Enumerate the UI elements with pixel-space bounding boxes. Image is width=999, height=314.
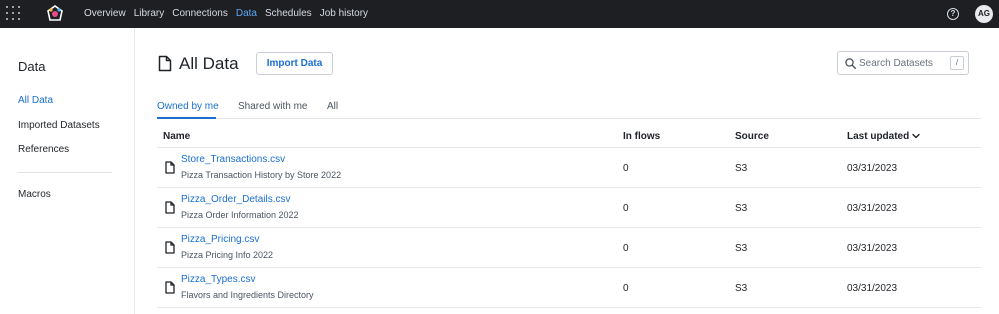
table-row[interactable]: Pizza_Types.csv Flavors and Ingredients … bbox=[157, 268, 981, 308]
search-input[interactable] bbox=[859, 52, 947, 74]
column-header-name[interactable]: Name bbox=[163, 131, 190, 142]
source-value: S3 bbox=[735, 163, 748, 174]
user-avatar[interactable]: AG bbox=[975, 5, 993, 23]
sidebar-item-references[interactable]: References bbox=[18, 144, 69, 155]
sidebar-item-imported-datasets[interactable]: Imported Datasets bbox=[18, 120, 100, 131]
app-logo-icon[interactable] bbox=[45, 4, 65, 24]
top-nav-bar: Overview Library Connections Data Schedu… bbox=[0, 0, 999, 28]
help-icon[interactable]: ? bbox=[947, 8, 959, 20]
in-flows-count: 0 bbox=[623, 283, 629, 294]
nav-connections[interactable]: Connections bbox=[172, 0, 228, 28]
table-row[interactable]: Pizza_Order_Details.csv Pizza Order Info… bbox=[157, 188, 981, 228]
source-value: S3 bbox=[735, 203, 748, 214]
main-nav: Overview Library Connections Data Schedu… bbox=[84, 0, 376, 28]
in-flows-count: 0 bbox=[623, 163, 629, 174]
file-icon bbox=[165, 241, 175, 254]
in-flows-count: 0 bbox=[623, 203, 629, 214]
table-row[interactable]: Store_Transactions.csv Pizza Transaction… bbox=[157, 148, 981, 188]
file-icon bbox=[165, 201, 175, 214]
sidebar-item-all-data[interactable]: All Data bbox=[18, 95, 53, 106]
dataset-name-link[interactable]: Pizza_Types.csv bbox=[181, 274, 255, 285]
last-updated-date: 03/31/2023 bbox=[847, 203, 898, 214]
chevron-down-icon[interactable] bbox=[912, 133, 920, 139]
dataset-description: Flavors and Ingredients Directory bbox=[181, 290, 314, 300]
dataset-name-link[interactable]: Pizza_Pricing.csv bbox=[181, 234, 259, 245]
tab-all[interactable]: All bbox=[327, 101, 338, 112]
import-data-button[interactable]: Import Data bbox=[256, 52, 333, 75]
tab-shared-with-me[interactable]: Shared with me bbox=[238, 101, 307, 112]
sidebar: Data All Data Imported Datasets Referenc… bbox=[0, 28, 135, 314]
source-value: S3 bbox=[735, 243, 748, 254]
last-updated-date: 03/31/2023 bbox=[847, 243, 898, 254]
file-icon bbox=[165, 281, 175, 294]
sidebar-divider bbox=[18, 172, 112, 173]
search-icon bbox=[845, 58, 856, 69]
page-title: All Data bbox=[179, 54, 239, 73]
dataset-tabs: Owned by me Shared with me All bbox=[157, 95, 981, 119]
dataset-description: Pizza Transaction History by Store 2022 bbox=[181, 170, 342, 180]
nav-job-history[interactable]: Job history bbox=[320, 0, 368, 28]
nav-library[interactable]: Library bbox=[134, 0, 165, 28]
column-header-in-flows[interactable]: In flows bbox=[623, 131, 660, 142]
dataset-description: Pizza Order Information 2022 bbox=[181, 210, 299, 220]
active-tab-indicator bbox=[157, 117, 216, 119]
column-header-last-updated[interactable]: Last updated bbox=[847, 131, 920, 142]
nav-schedules[interactable]: Schedules bbox=[265, 0, 312, 28]
nav-overview[interactable]: Overview bbox=[84, 0, 126, 28]
dataset-name-link[interactable]: Store_Transactions.csv bbox=[181, 154, 285, 165]
document-icon bbox=[158, 55, 172, 72]
dataset-description: Pizza Pricing Info 2022 bbox=[181, 250, 274, 260]
sidebar-item-macros[interactable]: Macros bbox=[18, 189, 51, 200]
app-launcher-icon[interactable] bbox=[6, 6, 20, 20]
dataset-name-link[interactable]: Pizza_Order_Details.csv bbox=[181, 194, 290, 205]
search-box: / bbox=[837, 51, 969, 75]
table-row[interactable]: Pizza_Pricing.csv Pizza Pricing Info 202… bbox=[157, 228, 981, 268]
last-updated-date: 03/31/2023 bbox=[847, 163, 898, 174]
in-flows-count: 0 bbox=[623, 243, 629, 254]
column-header-last-updated-label: Last updated bbox=[847, 131, 910, 142]
nav-data[interactable]: Data bbox=[236, 0, 257, 28]
source-value: S3 bbox=[735, 283, 748, 294]
search-shortcut-key: / bbox=[950, 56, 964, 70]
column-header-source[interactable]: Source bbox=[735, 131, 769, 142]
last-updated-date: 03/31/2023 bbox=[847, 283, 898, 294]
tab-owned-by-me[interactable]: Owned by me bbox=[157, 101, 219, 112]
file-icon bbox=[165, 161, 175, 174]
sidebar-title: Data bbox=[18, 59, 46, 74]
